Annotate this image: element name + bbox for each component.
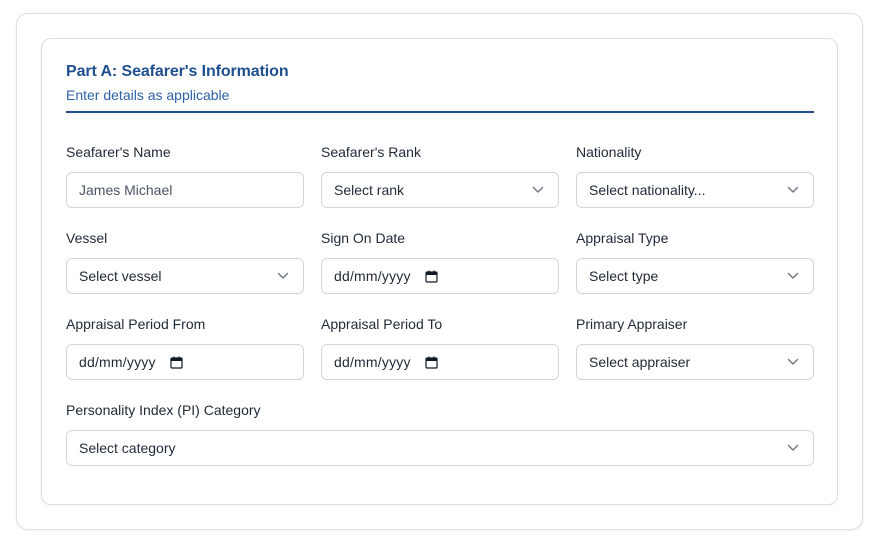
vessel-value: Select vessel [79,268,162,284]
chevron-down-icon [787,356,799,368]
seafarer-rank-select[interactable]: Select rank [321,172,559,208]
chevron-down-icon [787,442,799,454]
seafarer-name-value: James Michael [79,182,173,198]
field-period-from: Appraisal Period From dd/mm/yyyy [66,316,304,380]
pi-category-value: Select category [79,440,176,456]
period-to-input[interactable]: dd/mm/yyyy [321,344,559,380]
calendar-icon[interactable] [425,270,438,283]
vessel-label: Vessel [66,230,108,246]
seafarer-name-label: Seafarer's Name [66,144,171,160]
field-nationality: Nationality Select nationality... [576,144,814,208]
sign-on-date-label: Sign On Date [321,230,406,246]
field-appraisal-type: Appraisal Type Select type [576,230,814,294]
period-from-input[interactable]: dd/mm/yyyy [66,344,304,380]
primary-appraiser-label: Primary Appraiser [576,316,688,332]
field-seafarer-rank: Seafarer's Rank Select rank [321,144,559,208]
seafarer-name-input[interactable]: James Michael [66,172,304,208]
appraisal-type-select[interactable]: Select type [576,258,814,294]
field-pi-category: Personality Index (PI) Category Select c… [66,402,814,466]
appraisal-type-label: Appraisal Type [576,230,669,246]
primary-appraiser-value: Select appraiser [589,354,691,370]
seafarer-info-card: Part A: Seafarer's Information Enter det… [41,38,838,505]
field-seafarer-name: Seafarer's Name James Michael [66,144,304,208]
field-period-to: Appraisal Period To dd/mm/yyyy [321,316,559,380]
field-primary-appraiser: Primary Appraiser Select appraiser [576,316,814,380]
pi-category-label: Personality Index (PI) Category [66,402,261,418]
chevron-down-icon [532,184,544,196]
period-to-value: dd/mm/yyyy [334,354,411,370]
period-to-label: Appraisal Period To [321,316,443,332]
primary-appraiser-select[interactable]: Select appraiser [576,344,814,380]
seafarer-rank-value: Select rank [334,182,405,198]
field-sign-on-date: Sign On Date dd/mm/yyyy [321,230,559,294]
field-vessel: Vessel Select vessel [66,230,304,294]
vessel-select[interactable]: Select vessel [66,258,304,294]
outer-card: Part A: Seafarer's Information Enter det… [16,13,863,530]
appraisal-type-value: Select type [589,268,659,284]
period-from-label: Appraisal Period From [66,316,206,332]
section-header: Part A: Seafarer's Information Enter det… [66,63,814,113]
section-subtitle: Enter details as applicable [66,87,230,103]
nationality-value: Select nationality... [589,182,706,198]
nationality-select[interactable]: Select nationality... [576,172,814,208]
period-from-value: dd/mm/yyyy [79,354,156,370]
sign-on-date-value: dd/mm/yyyy [334,268,411,284]
seafarer-rank-label: Seafarer's Rank [321,144,421,160]
chevron-down-icon [787,270,799,282]
chevron-down-icon [277,270,289,282]
section-title: Part A: Seafarer's Information [66,63,289,80]
calendar-icon[interactable] [170,356,183,369]
form-grid: Seafarer's Name James Michael Seafarer's… [66,144,814,466]
sign-on-date-input[interactable]: dd/mm/yyyy [321,258,559,294]
nationality-label: Nationality [576,144,642,160]
calendar-icon[interactable] [425,356,438,369]
pi-category-select[interactable]: Select category [66,430,814,466]
chevron-down-icon [787,184,799,196]
